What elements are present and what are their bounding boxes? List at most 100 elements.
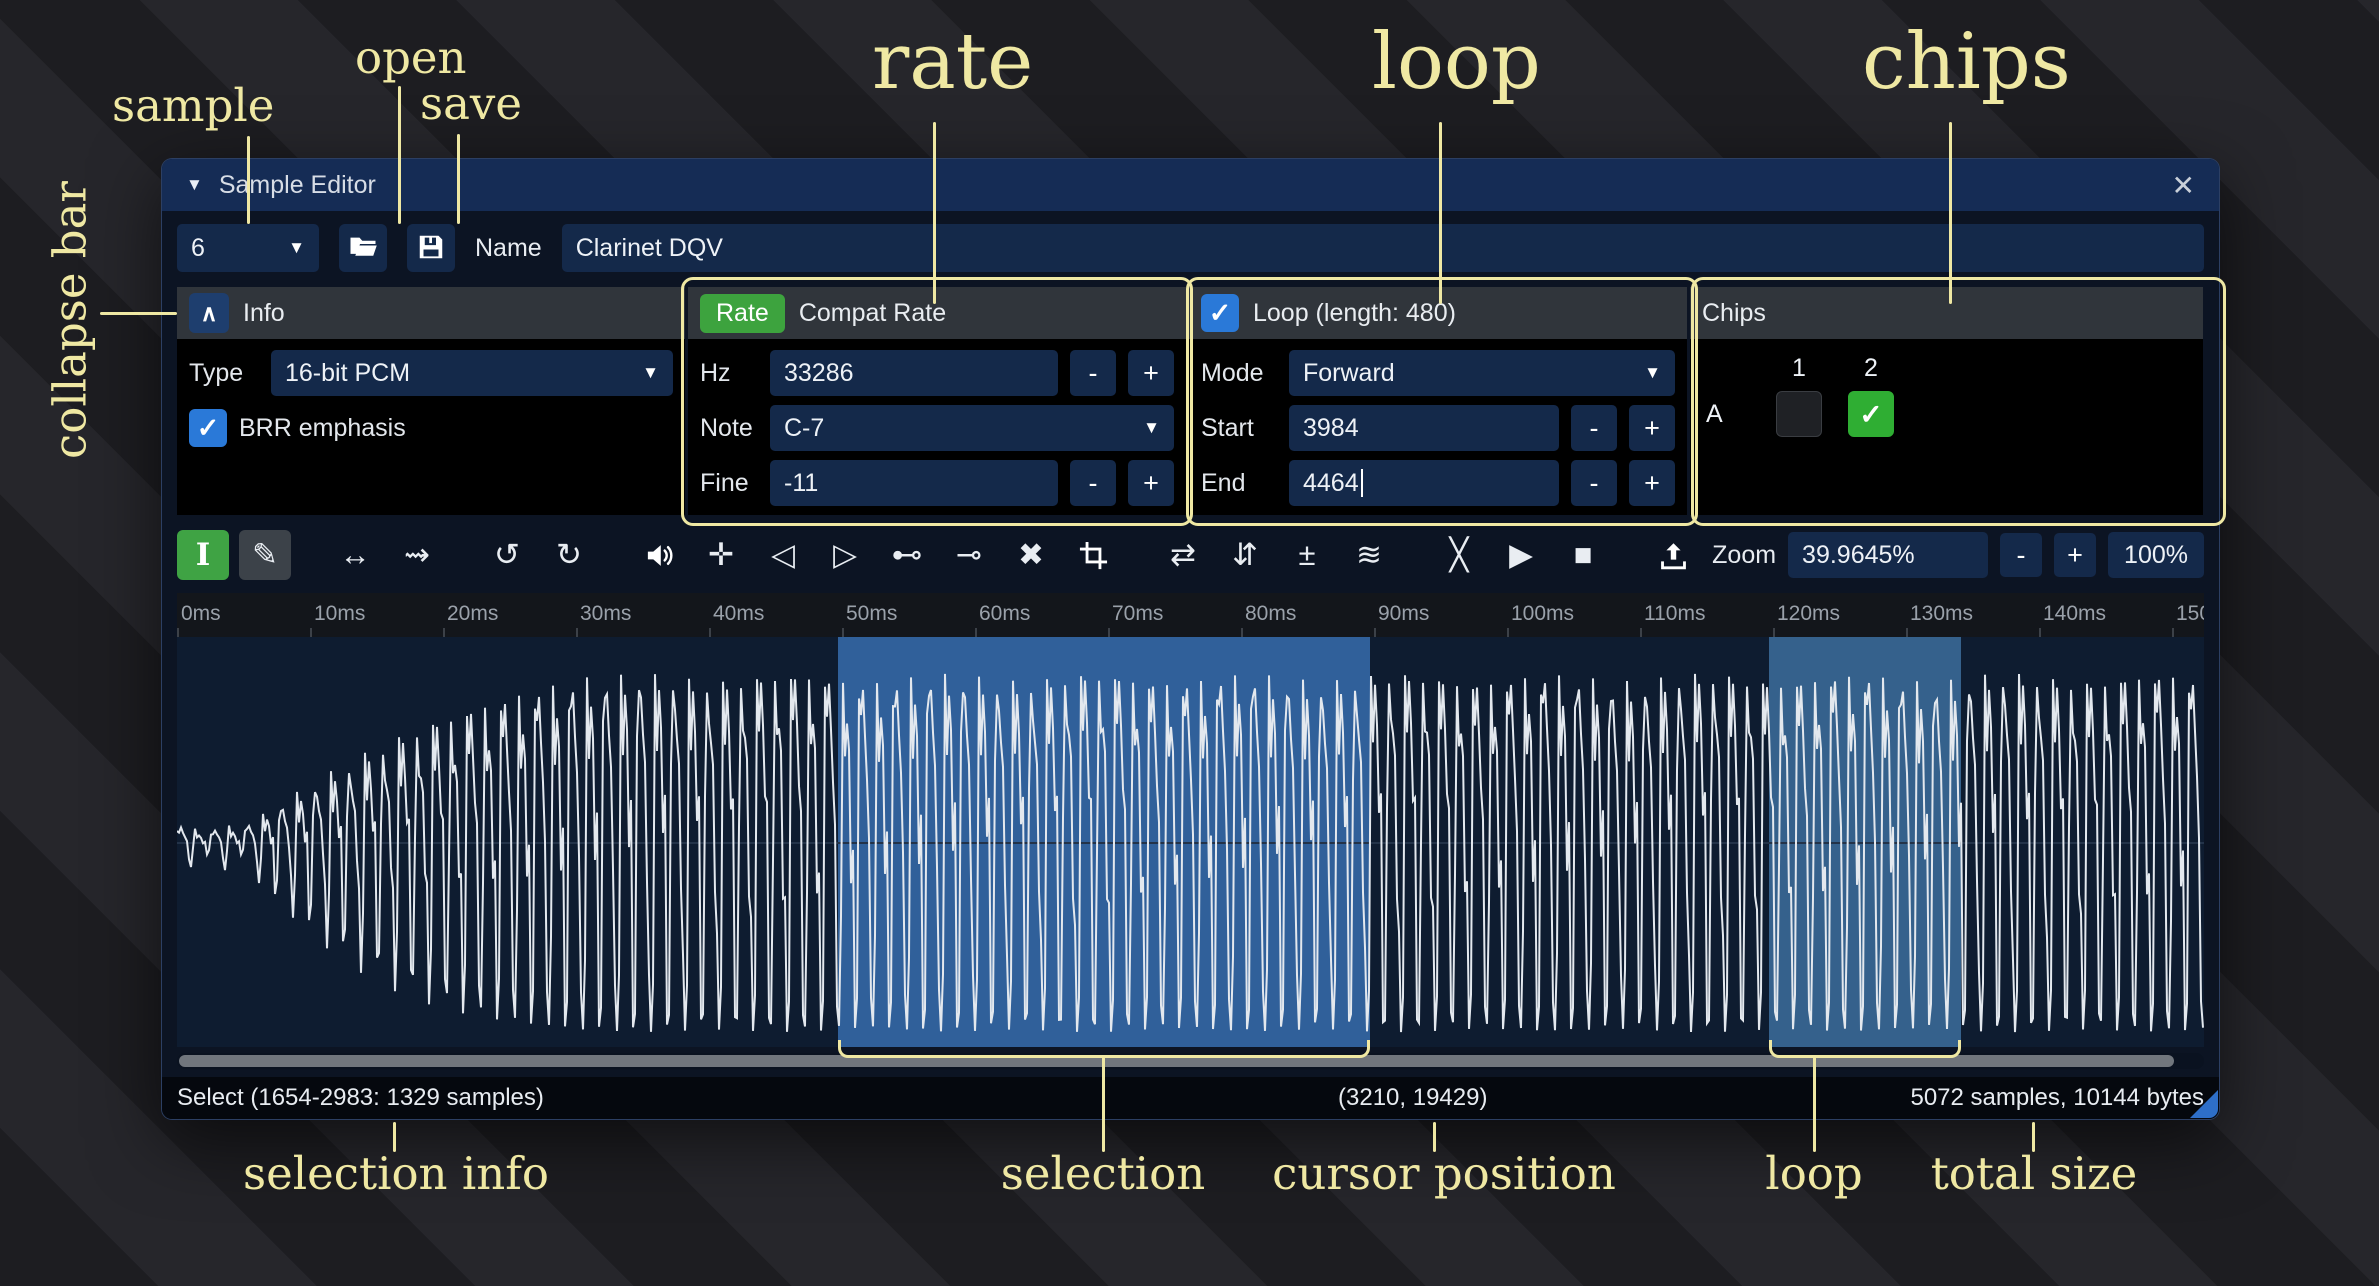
resize-button[interactable]: ↔: [329, 530, 381, 580]
loop-mode-combo[interactable]: Forward ▼: [1289, 350, 1675, 396]
ruler-tick-label: 90ms: [1378, 602, 1429, 626]
delete-button[interactable]: ✖: [1005, 530, 1057, 580]
loop-start-minus-button[interactable]: -: [1571, 405, 1617, 451]
sign-button[interactable]: ±: [1281, 530, 1333, 580]
chevron-down-icon: ▼: [642, 363, 659, 383]
loop-end-label: End: [1201, 469, 1277, 498]
amplify-button[interactable]: [633, 530, 685, 580]
zoom-reset-button[interactable]: 100%: [2108, 532, 2204, 578]
zoom-controls: Zoom 39.9645% - + 100%: [1712, 532, 2204, 578]
ruler-tick-label: 40ms: [713, 602, 764, 626]
loop-section: ✓ Loop (length: 480) Mode Forward ▼ Star…: [1186, 287, 1687, 515]
upload-button[interactable]: [1647, 530, 1699, 580]
loop-end-input[interactable]: 4464: [1289, 460, 1559, 506]
loop-start-input[interactable]: 3984: [1289, 405, 1559, 451]
save-sample-button[interactable]: [407, 224, 455, 272]
invert-button[interactable]: ⇵: [1219, 530, 1271, 580]
ruler-tick-mark: [2172, 628, 2174, 637]
annotation-cursor-position-label: cursor position: [1272, 1150, 1616, 1197]
fade-out-button[interactable]: ▷: [819, 530, 871, 580]
chevron-down-icon: ▼: [1143, 418, 1160, 438]
total-size-text: 5072 samples, 10144 bytes: [1910, 1084, 2204, 1112]
rate-mode-button[interactable]: Rate: [700, 294, 785, 333]
crossfade-button[interactable]: ╳: [1433, 530, 1485, 580]
window-collapse-icon[interactable]: ▼: [186, 175, 203, 195]
fine-label: Fine: [700, 469, 758, 498]
waveform-view[interactable]: [177, 637, 2204, 1047]
hz-plus-button[interactable]: +: [1128, 350, 1174, 396]
reverse-button[interactable]: ⇄: [1157, 530, 1209, 580]
annotation-loop-label: loop: [1372, 22, 1541, 104]
rate-body: Hz 33286 - + Note C-7 ▼ Fine -: [688, 339, 1186, 517]
sample-type-value: 16-bit PCM: [285, 359, 410, 388]
fade-in-button[interactable]: ◁: [757, 530, 809, 580]
hz-label: Hz: [700, 359, 758, 388]
annotation-selection-bracket: [838, 1040, 1370, 1058]
fine-minus-button[interactable]: -: [1070, 460, 1116, 506]
resample-button[interactable]: ⇝: [391, 530, 443, 580]
normalize-button[interactable]: ✛: [695, 530, 747, 580]
annotation-save-label: save: [420, 80, 522, 127]
loop-start-plus-button[interactable]: +: [1629, 405, 1675, 451]
type-label: Type: [189, 359, 259, 388]
chips-header-label: Chips: [1702, 299, 1766, 328]
hz-minus-button[interactable]: -: [1070, 350, 1116, 396]
note-combo[interactable]: C-7 ▼: [770, 405, 1174, 451]
time-ruler[interactable]: 0ms10ms20ms30ms40ms50ms60ms70ms80ms90ms1…: [177, 593, 2204, 637]
undo-button[interactable]: ↺: [481, 530, 533, 580]
sample-toolbar: I✎ ↔⇝ ↺↻ ✛◁▷⊷⊸✖ ⇄⇵±≋ ╳▶■ Zoom 39.9645% - + 10…: [177, 529, 2204, 581]
chip-a2-checkbox[interactable]: ✓: [1848, 391, 1894, 437]
name-row: 6 ▼ Name Clarinet DQV: [177, 224, 2204, 272]
loop-end-plus-button[interactable]: +: [1629, 460, 1675, 506]
ruler-tick-label: 100ms: [1511, 602, 1574, 626]
sample-type-combo[interactable]: 16-bit PCM ▼: [271, 350, 673, 396]
ruler-tick-label: 130ms: [1910, 602, 1973, 626]
edit-select-button[interactable]: I: [177, 530, 229, 580]
annotation-line: [933, 122, 936, 304]
ruler-tick-mark: [310, 628, 312, 637]
fine-input[interactable]: -11: [770, 460, 1058, 506]
redo-button[interactable]: ↻: [543, 530, 595, 580]
annotation-sample-label: sample: [112, 82, 274, 129]
loop-enable-checkbox[interactable]: ✓: [1201, 294, 1239, 332]
fine-value: -11: [784, 469, 818, 498]
annotation-collapse-bar-label: collapse bar: [46, 181, 93, 459]
sample-number-combo[interactable]: 6 ▼: [177, 224, 319, 272]
note-value: C-7: [784, 414, 824, 443]
info-header-label: Info: [243, 299, 285, 328]
filter-button[interactable]: ≋: [1343, 530, 1395, 580]
ruler-tick-mark: [1906, 628, 1908, 637]
insert-silence-button[interactable]: ⊷: [881, 530, 933, 580]
ruler-tick-label: 10ms: [314, 602, 365, 626]
sample-editor-window: ▼ Sample Editor ✕ 6 ▼ Name Clarinet DQV: [162, 159, 2219, 1119]
mode-label: Mode: [1201, 359, 1277, 388]
note-label: Note: [700, 414, 758, 443]
waveform-trace: [177, 637, 2204, 1047]
collapse-bar-button[interactable]: ∧: [189, 293, 229, 333]
trim-button[interactable]: [1067, 530, 1119, 580]
zoom-input[interactable]: 39.9645%: [1788, 532, 1988, 578]
edit-draw-button[interactable]: ✎: [239, 530, 291, 580]
resize-grip[interactable]: [2190, 1090, 2218, 1118]
zoom-in-button[interactable]: +: [2054, 533, 2096, 577]
chip-a1-checkbox[interactable]: ✓: [1776, 391, 1822, 437]
ruler-tick-label: 140ms: [2043, 602, 2106, 626]
chip-column-1-label: 1: [1776, 354, 1822, 383]
preview-play-button[interactable]: ▶: [1495, 530, 1547, 580]
open-sample-button[interactable]: [339, 224, 387, 272]
loop-end-minus-button[interactable]: -: [1571, 460, 1617, 506]
info-section: ∧ Info Type 16-bit PCM ▼ ✓ BRR emphasi: [177, 287, 685, 515]
close-icon[interactable]: ✕: [2172, 169, 2195, 202]
preview-stop-button[interactable]: ■: [1557, 530, 1609, 580]
apply-silence-button[interactable]: ⊸: [943, 530, 995, 580]
brr-emphasis-checkbox[interactable]: ✓: [189, 409, 227, 447]
zoom-out-button[interactable]: -: [2000, 533, 2042, 577]
ruler-tick-mark: [975, 628, 977, 637]
hz-value: 33286: [784, 359, 854, 388]
annotation-rate-label: rate: [872, 22, 1033, 104]
annotation-selection-info-label: selection info: [243, 1150, 549, 1197]
fine-plus-button[interactable]: +: [1128, 460, 1174, 506]
hz-input[interactable]: 33286: [770, 350, 1058, 396]
annotation-line: [247, 136, 250, 224]
sample-name-input[interactable]: Clarinet DQV: [562, 224, 2204, 272]
